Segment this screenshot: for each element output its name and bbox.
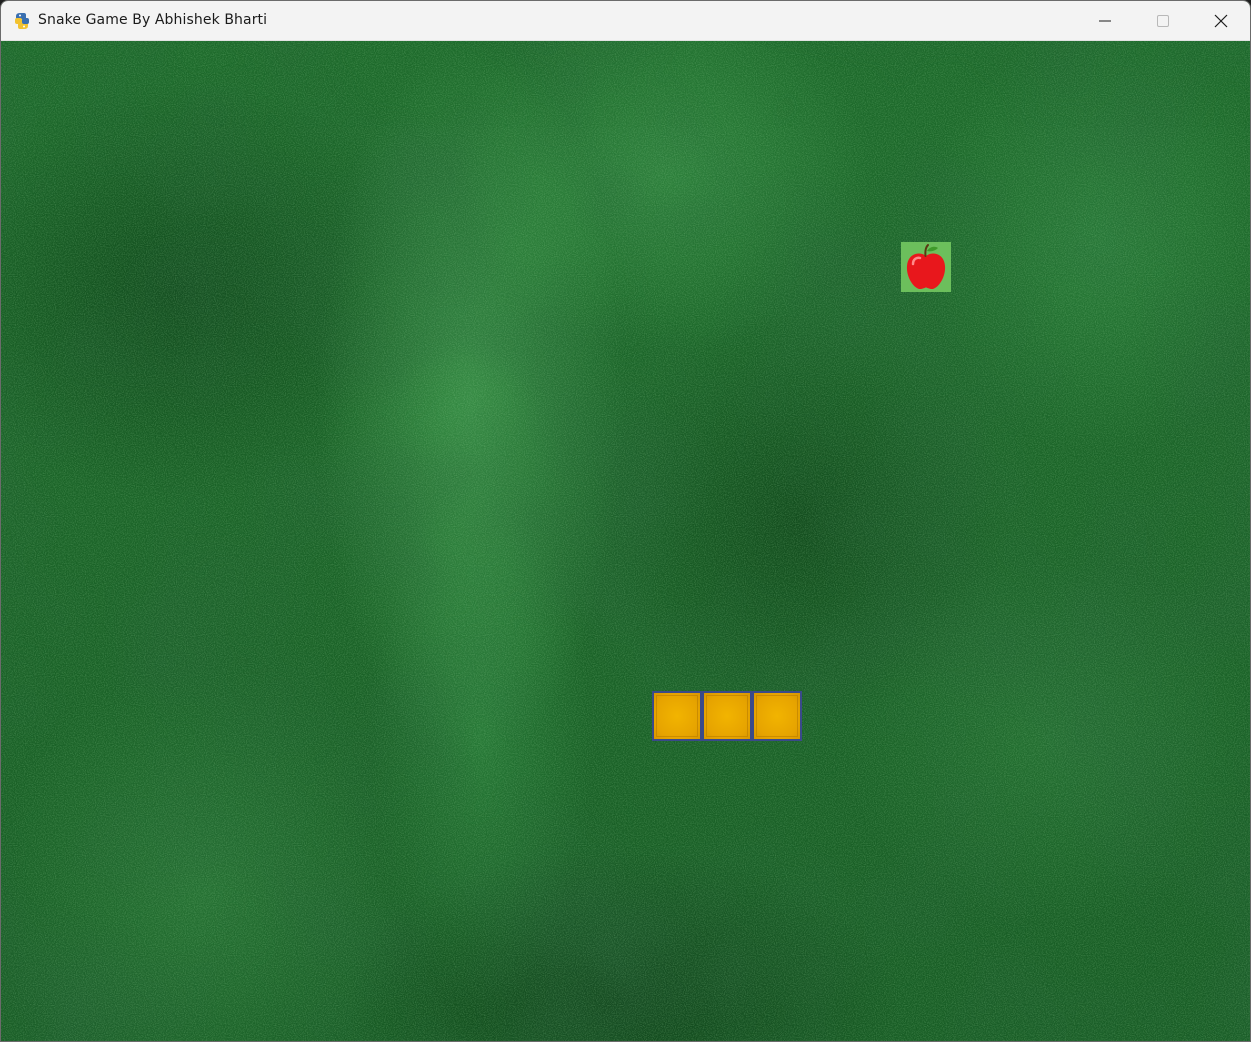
close-icon [1214,14,1228,28]
title-bar[interactable]: Snake Game By Abhishek Bharti [1,1,1250,41]
carpet-texture [1,41,1250,1041]
close-button[interactable] [1192,1,1250,41]
snake-segment [652,691,702,741]
minimize-button[interactable] [1076,1,1134,41]
window-title: Snake Game By Abhishek Bharti [38,12,268,28]
snake-segment [702,691,752,741]
food-apple [901,242,951,292]
minimize-icon [1099,20,1111,22]
maximize-icon [1157,15,1169,27]
snake-segment [752,691,802,741]
apple-icon [906,244,946,290]
game-board[interactable] [1,41,1250,1041]
maximize-button[interactable] [1134,1,1192,41]
game-window: Snake Game By Abhishek Bharti [0,0,1251,1042]
snake [652,691,802,741]
python-icon [12,11,32,31]
